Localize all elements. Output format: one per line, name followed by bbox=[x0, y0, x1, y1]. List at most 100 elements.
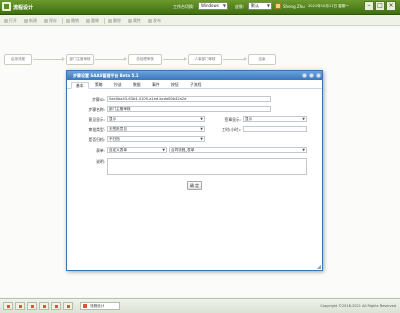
flow-link[interactable] bbox=[163, 59, 185, 60]
user-avatar-icon[interactable] bbox=[275, 3, 281, 9]
tab-cc[interactable]: 抄送 bbox=[110, 82, 126, 89]
signature-display-value: 显示 bbox=[245, 117, 253, 121]
dialog-maximize-button[interactable] bbox=[309, 73, 314, 78]
toolbar-properties-label: 属性 bbox=[133, 18, 141, 23]
message-button[interactable] bbox=[39, 302, 49, 310]
flow-link[interactable] bbox=[95, 59, 125, 60]
tab-events[interactable]: 事件 bbox=[148, 82, 164, 89]
chevron-down-icon: ▼ bbox=[222, 3, 226, 8]
arrow-icon bbox=[184, 57, 187, 61]
arrow-icon bbox=[62, 57, 65, 61]
designer-toolbar: 打开 新建 保存 撤销 重做 删除 属性 发布 bbox=[0, 16, 400, 26]
toolbar-new-button[interactable]: 新建 bbox=[24, 18, 37, 24]
resize-grip-icon[interactable] bbox=[317, 265, 321, 269]
chevron-down-icon: ▼ bbox=[266, 3, 270, 8]
copyright-text: Copyright ©2018-2021 All Rights Reserved bbox=[320, 304, 396, 308]
signature-display-select[interactable]: 显示 ▼ bbox=[243, 116, 307, 122]
opinion-display-select[interactable]: 显示 ▼ bbox=[107, 116, 205, 122]
ok-button[interactable]: 确 定 bbox=[187, 181, 202, 190]
opinion-display-value: 显示 bbox=[109, 117, 117, 121]
form-select[interactable]: 合同流程_表单 ▼ bbox=[169, 147, 307, 153]
chevron-down-icon: ▼ bbox=[200, 127, 203, 131]
toolbar-open-button[interactable]: 打开 bbox=[4, 18, 17, 24]
skin-label: 皮肤: bbox=[235, 4, 245, 9]
toolbar-divider bbox=[104, 18, 105, 24]
form-type-select[interactable]: 自定义表单 ▼ bbox=[107, 147, 167, 153]
toolbar-save-button[interactable]: 保存 bbox=[44, 18, 57, 24]
tab-buttons[interactable]: 按钮 bbox=[167, 82, 183, 89]
settings-button[interactable] bbox=[51, 302, 61, 310]
maximize-button[interactable]: □ bbox=[375, 1, 385, 11]
step-name-field[interactable]: 部门主管审核 bbox=[107, 106, 271, 112]
tab-basic[interactable]: 基本 bbox=[71, 82, 89, 89]
form-label: 表单: bbox=[96, 148, 105, 153]
dialog-title: 步骤设置 SAAS管理平台 Beta 5.1 bbox=[73, 73, 139, 78]
arrow-icon bbox=[244, 57, 247, 61]
tab-data[interactable]: 数据 bbox=[129, 82, 145, 89]
flow-link[interactable] bbox=[223, 59, 245, 60]
chevron-down-icon: ▼ bbox=[302, 117, 305, 121]
toolbar-open-label: 打开 bbox=[9, 18, 17, 23]
archive-label: 是否归档: bbox=[88, 137, 105, 142]
toolbar-redo-button[interactable]: 重做 bbox=[86, 18, 99, 24]
desktop-button[interactable] bbox=[27, 302, 37, 310]
tab-strategy[interactable]: 策略 bbox=[91, 82, 107, 89]
signature-display-label: 签章显示: bbox=[224, 117, 241, 122]
skin-select[interactable]: 默认 ▼ bbox=[248, 2, 272, 10]
chevron-down-icon: ▼ bbox=[302, 148, 305, 152]
step-id-field[interactable]: 0ae0ba43-63b4-4109-a1ed-bcda80b42a2d bbox=[107, 96, 271, 102]
step-id-label: 步骤ID: bbox=[92, 97, 105, 102]
step-settings-dialog: 步骤设置 SAAS管理平台 Beta 5.1 基本 策略 抄送 数据 事件 按钮… bbox=[66, 70, 323, 271]
toolbar-properties-button[interactable]: 属性 bbox=[128, 18, 141, 24]
chevron-down-icon: ▼ bbox=[200, 137, 203, 141]
tab-subflow[interactable]: 子流程 bbox=[186, 82, 205, 89]
archive-select[interactable]: 不归档 ▼ bbox=[107, 136, 205, 142]
toolbar-save-label: 保存 bbox=[49, 18, 57, 23]
flow-node[interactable]: 部门主管审核 bbox=[66, 54, 94, 65]
flow-node[interactable]: 总经理审核 bbox=[128, 54, 162, 65]
dialog-tabs: 基本 策略 抄送 数据 事件 按钮 子流程 bbox=[67, 82, 322, 89]
folder-open-icon bbox=[4, 19, 8, 23]
archive-value: 不归档 bbox=[109, 137, 120, 141]
opinion-display-label: 意见显示: bbox=[88, 117, 105, 122]
flow-link[interactable] bbox=[33, 59, 63, 60]
dialog-header[interactable]: 步骤设置 SAAS管理平台 Beta 5.1 bbox=[67, 71, 322, 80]
toolbar-new-label: 新建 bbox=[29, 18, 37, 23]
work-hours-field[interactable] bbox=[243, 126, 307, 132]
toolbar-delete-button[interactable]: 删除 bbox=[108, 18, 121, 24]
dialog-minimize-button[interactable] bbox=[302, 73, 307, 78]
toolbar-undo-label: 撤销 bbox=[71, 18, 79, 23]
delete-icon bbox=[108, 19, 112, 23]
flow-node[interactable]: 启用流程 bbox=[4, 54, 32, 65]
save-icon bbox=[44, 19, 48, 23]
desktop-icon bbox=[31, 305, 34, 308]
flow-node[interactable]: 人事部门审核 bbox=[188, 54, 222, 65]
app-title: 流程设计 bbox=[13, 5, 34, 11]
dialog-close-button[interactable] bbox=[316, 73, 321, 78]
minimize-icon: – bbox=[367, 2, 371, 9]
undo-icon bbox=[66, 19, 70, 23]
approval-type-select[interactable]: 无签批意见 ▼ bbox=[107, 126, 205, 132]
flow-node[interactable]: 结束 bbox=[248, 54, 276, 65]
properties-icon bbox=[128, 19, 132, 23]
home-button[interactable] bbox=[15, 302, 25, 310]
work-hours-label: 工时(小时): bbox=[221, 127, 241, 132]
open-window-tab[interactable]: 流程设计 bbox=[80, 302, 120, 310]
open-window-tab-label: 流程设计 bbox=[90, 304, 105, 308]
work-switch-select[interactable]: Windows ▼ bbox=[198, 2, 228, 10]
toolbar-undo-button[interactable]: 撤销 bbox=[66, 18, 79, 24]
redo-icon bbox=[86, 19, 90, 23]
gear-icon bbox=[55, 305, 58, 308]
remark-textarea[interactable] bbox=[107, 158, 307, 175]
chevron-down-icon: ▼ bbox=[162, 148, 165, 152]
arrow-icon bbox=[124, 57, 127, 61]
window-list-button[interactable] bbox=[63, 302, 73, 310]
start-button[interactable] bbox=[3, 302, 13, 310]
minimize-button[interactable]: – bbox=[364, 1, 374, 11]
remark-label: 说明: bbox=[96, 159, 105, 164]
close-button[interactable]: × bbox=[386, 1, 396, 11]
toolbar-publish-label: 发布 bbox=[153, 18, 161, 23]
toolbar-publish-button[interactable]: 发布 bbox=[148, 18, 161, 24]
user-name[interactable]: Sheng Zhu bbox=[283, 4, 305, 9]
toolbar-redo-label: 重做 bbox=[91, 18, 99, 23]
